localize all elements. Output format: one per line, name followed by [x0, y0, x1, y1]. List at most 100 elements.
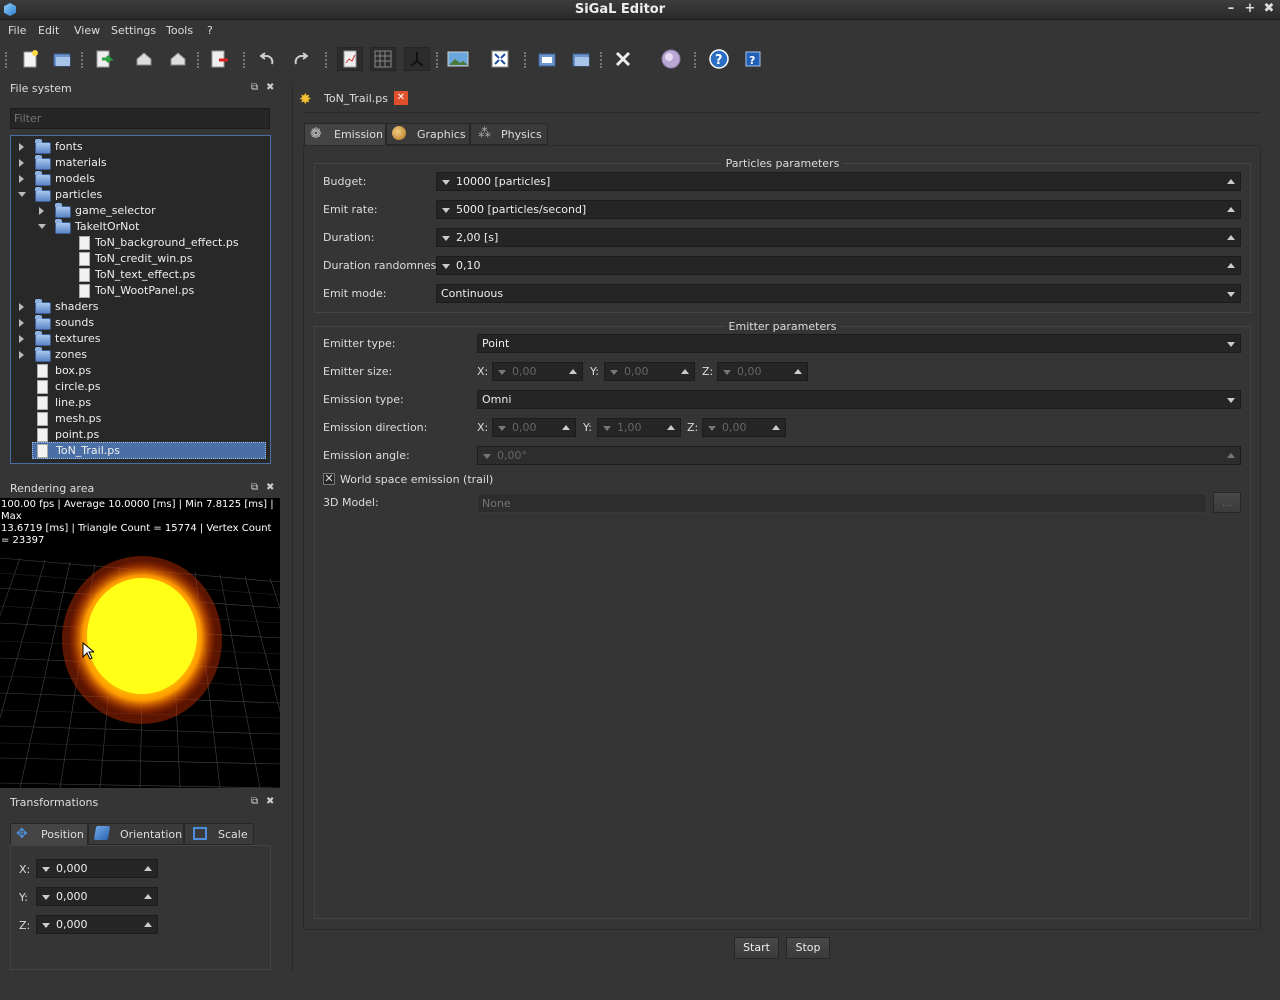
save-as-icon[interactable] — [165, 47, 191, 71]
tab-graphics[interactable]: Graphics — [386, 123, 470, 145]
tree-item-fonts[interactable]: fonts — [11, 139, 270, 155]
emission-dir-x-spinbox[interactable]: 0,00 — [492, 418, 576, 437]
stop-button[interactable]: Stop — [786, 937, 830, 959]
help-icon[interactable]: ? — [706, 47, 732, 71]
tree-item-game-selector[interactable]: game_selector — [11, 203, 270, 219]
budget-spinbox[interactable]: 10000 [particles] — [436, 172, 1241, 191]
increment-icon[interactable] — [794, 369, 802, 374]
expand-arrow-icon[interactable] — [19, 159, 24, 167]
close-panel-icon[interactable]: ✖ — [266, 482, 274, 493]
save-icon[interactable] — [131, 47, 157, 71]
tree-item-circle[interactable]: circle.ps — [11, 379, 270, 395]
increment-icon[interactable] — [569, 369, 577, 374]
tree-item-particles[interactable]: particles — [11, 187, 270, 203]
whats-this-icon[interactable]: ? — [740, 47, 766, 71]
decrement-icon[interactable] — [42, 895, 50, 900]
emission-type-select[interactable]: Omni — [477, 390, 1241, 409]
graph-icon[interactable] — [337, 47, 363, 71]
tree-item-line[interactable]: line.ps — [11, 395, 270, 411]
menu-file[interactable]: File — [8, 24, 26, 37]
expand-arrow-icon[interactable] — [19, 335, 24, 343]
tree-item-ton-text[interactable]: ToN_text_effect.ps — [11, 267, 270, 283]
decrement-icon[interactable] — [442, 236, 450, 241]
start-button[interactable]: Start — [734, 937, 779, 959]
emitter-size-z-spinbox[interactable]: 0,00 — [717, 362, 808, 381]
decrement-icon[interactable] — [42, 867, 50, 872]
chevron-down-icon[interactable] — [1227, 342, 1235, 347]
redo-icon[interactable] — [288, 47, 314, 71]
decrement-icon[interactable] — [442, 208, 450, 213]
position-z-spinbox[interactable]: 0,000 — [36, 915, 158, 934]
increment-icon[interactable] — [144, 922, 152, 927]
emission-dir-z-spinbox[interactable]: 0,00 — [702, 418, 786, 437]
open-folder-icon[interactable] — [534, 47, 560, 71]
tab-physics[interactable]: ⁂ Physics — [470, 123, 548, 145]
tab-emission[interactable]: ❁ Emission — [304, 123, 386, 145]
tools-icon[interactable] — [610, 47, 636, 71]
tree-item-sounds[interactable]: sounds — [11, 315, 270, 331]
decrement-icon[interactable] — [498, 370, 506, 375]
position-y-spinbox[interactable]: 0,000 — [36, 887, 158, 906]
chevron-down-icon[interactable] — [1227, 398, 1235, 403]
tab-scale[interactable]: Scale — [184, 823, 254, 845]
emission-dir-y-spinbox[interactable]: 1,00 — [597, 418, 681, 437]
background-image-icon[interactable] — [445, 47, 471, 71]
close-tab-icon[interactable]: ✕ — [394, 91, 408, 105]
decrement-icon[interactable] — [442, 264, 450, 269]
expand-arrow-icon[interactable] — [39, 207, 44, 215]
increment-icon[interactable] — [681, 369, 689, 374]
increment-icon[interactable] — [562, 425, 570, 430]
decrement-icon[interactable] — [723, 370, 731, 375]
fullscreen-icon[interactable] — [487, 47, 513, 71]
menu-edit[interactable]: Edit — [38, 24, 59, 37]
menu-view[interactable]: View — [74, 24, 100, 37]
position-x-spinbox[interactable]: 0,000 — [36, 859, 158, 878]
close-window-button[interactable]: ✖ — [1261, 1, 1277, 16]
grid-icon[interactable] — [370, 47, 396, 71]
decrement-icon[interactable] — [442, 180, 450, 185]
sphere-icon[interactable] — [658, 47, 684, 71]
world-space-checkbox[interactable]: ✕ — [323, 473, 335, 485]
expand-arrow-icon[interactable] — [19, 303, 24, 311]
emitter-type-select[interactable]: Point — [477, 334, 1241, 353]
tree-item-ton-credit[interactable]: ToN_credit_win.ps — [11, 251, 270, 267]
browse-model-button[interactable]: ... — [1213, 492, 1241, 513]
toolbar-grip[interactable] — [5, 52, 8, 68]
tree-item-point[interactable]: point.ps — [11, 427, 270, 443]
increment-icon[interactable] — [144, 894, 152, 899]
menu-settings[interactable]: Settings — [111, 24, 156, 37]
emitter-size-x-spinbox[interactable]: 0,00 — [492, 362, 583, 381]
open-file-icon[interactable] — [49, 47, 75, 71]
increment-icon[interactable] — [1227, 235, 1235, 240]
increment-icon[interactable] — [144, 866, 152, 871]
maximize-button[interactable]: + — [1242, 1, 1258, 16]
collapse-arrow-icon[interactable] — [38, 224, 46, 229]
decrement-icon[interactable] — [498, 426, 506, 431]
emitter-size-y-spinbox[interactable]: 0,00 — [604, 362, 695, 381]
tab-orientation[interactable]: Orientation — [88, 823, 184, 845]
duration-randomness-spinbox[interactable]: 0,10 — [436, 256, 1241, 275]
expand-arrow-icon[interactable] — [19, 143, 24, 151]
increment-icon[interactable] — [772, 425, 780, 430]
duration-spinbox[interactable]: 2,00 [s] — [436, 228, 1241, 247]
world-space-label[interactable]: World space emission (trail) — [340, 473, 493, 486]
tree-item-textures[interactable]: textures — [11, 331, 270, 347]
file-tree[interactable]: fonts materials models particles game_se… — [10, 135, 271, 464]
emit-mode-select[interactable]: Continuous — [436, 284, 1241, 303]
emission-angle-spinbox[interactable]: 0,00° — [477, 446, 1241, 465]
tree-item-ton-background[interactable]: ToN_background_effect.ps — [11, 235, 270, 251]
expand-arrow-icon[interactable] — [19, 351, 24, 359]
decrement-icon[interactable] — [483, 454, 491, 459]
import-icon[interactable] — [91, 47, 117, 71]
tree-item-ton-woot[interactable]: ToN_WootPanel.ps — [11, 283, 270, 299]
collapse-arrow-icon[interactable] — [18, 192, 26, 197]
close-panel-icon[interactable]: ✖ — [266, 82, 274, 93]
document-tab[interactable]: ✸ ToN_Trail.ps ✕ — [296, 87, 414, 111]
render-viewport[interactable]: 100.00 fps | Average 10.0000 [ms] | Min … — [0, 498, 280, 788]
expand-arrow-icon[interactable] — [19, 175, 24, 183]
tree-item-box[interactable]: box.ps — [11, 363, 270, 379]
filter-input[interactable] — [10, 108, 270, 129]
new-file-icon[interactable] — [17, 47, 43, 71]
undock-icon[interactable]: ⧉ — [251, 796, 258, 807]
tree-item-models[interactable]: models — [11, 171, 270, 187]
